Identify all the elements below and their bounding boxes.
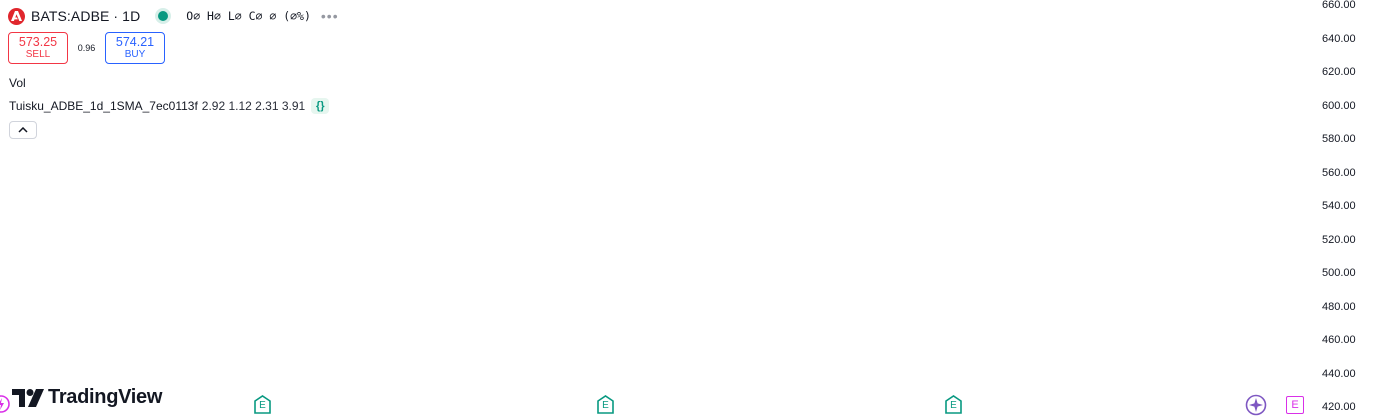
- indicator-values: 2.92 1.12 2.31 3.91: [201, 99, 306, 113]
- sell-price: 573.25: [18, 35, 58, 49]
- star-event-icon[interactable]: [1245, 394, 1267, 416]
- tradingview-wordmark: TradingView: [48, 386, 163, 408]
- price-tick-label: 600.00: [1322, 99, 1356, 112]
- chevron-up-icon: [18, 127, 28, 133]
- more-dots-icon[interactable]: •••: [321, 8, 339, 24]
- price-tick-label: 620.00: [1322, 66, 1356, 78]
- price-tick-label: 520.00: [1322, 233, 1356, 246]
- price-tick-label: 660.00: [1322, 0, 1356, 11]
- tradingview-logo[interactable]: TradingView: [12, 386, 162, 409]
- earnings-label: E: [602, 400, 609, 411]
- earnings-marker[interactable]: E: [254, 395, 271, 419]
- market-status-dot-icon[interactable]: [158, 11, 169, 21]
- ohlc-values: O∅ H∅ L∅ C∅ ∅ (∅%): [186, 9, 311, 23]
- buy-button[interactable]: 574.21 BUY: [105, 32, 165, 64]
- sell-label: SELL: [25, 49, 51, 60]
- earnings-label: E: [950, 400, 957, 411]
- price-tick-label: 500.00: [1322, 267, 1356, 279]
- indicator-legend[interactable]: Tuisku_ADBE_1d_1SMA_7ec0113f 2.92 1.12 2…: [9, 98, 330, 114]
- earnings-label: E: [259, 400, 266, 411]
- buy-label: BUY: [124, 49, 146, 60]
- price-tick-label: 480.00: [1322, 300, 1356, 313]
- price-tick-label: 540.00: [1322, 200, 1356, 212]
- price-tick-label: 460.00: [1322, 334, 1356, 346]
- price-tick-label: 560.00: [1322, 166, 1356, 179]
- earnings-marker[interactable]: E: [945, 395, 962, 419]
- collapse-legend-button[interactable]: [9, 121, 37, 139]
- trade-panel: 573.25 SELL 0.96 574.21 BUY: [8, 32, 165, 64]
- adobe-logo-icon[interactable]: [8, 7, 25, 25]
- dividend-marker-icon[interactable]: E: [1286, 396, 1304, 414]
- source-code-icon[interactable]: {}: [311, 98, 330, 114]
- bolt-event-icon[interactable]: [0, 394, 10, 414]
- price-tick-label: 440.00: [1322, 367, 1356, 380]
- symbol-title[interactable]: BATS:ADBE · 1D: [31, 8, 140, 24]
- earnings-marker[interactable]: E: [597, 395, 614, 419]
- price-tick-label: 580.00: [1322, 133, 1356, 145]
- sell-button[interactable]: 573.25 SELL: [8, 32, 68, 64]
- symbol-header: BATS:ADBE · 1D O∅ H∅ L∅ C∅ ∅ (∅%) •••: [8, 6, 339, 26]
- price-tick-label: 640.00: [1322, 32, 1356, 45]
- tradingview-logo-icon: [12, 388, 44, 407]
- volume-legend[interactable]: Vol: [9, 76, 26, 90]
- price-scale[interactable]: 660.00 640.00 620.00 600.00 580.00 560.00 540.…: [1309, 0, 1379, 418]
- price-tick-label: 420.00: [1322, 401, 1356, 413]
- spread-value: 0.96: [77, 43, 96, 53]
- indicator-name[interactable]: Tuisku_ADBE_1d_1SMA_7ec0113f: [9, 99, 198, 113]
- buy-price: 574.21: [115, 35, 155, 49]
